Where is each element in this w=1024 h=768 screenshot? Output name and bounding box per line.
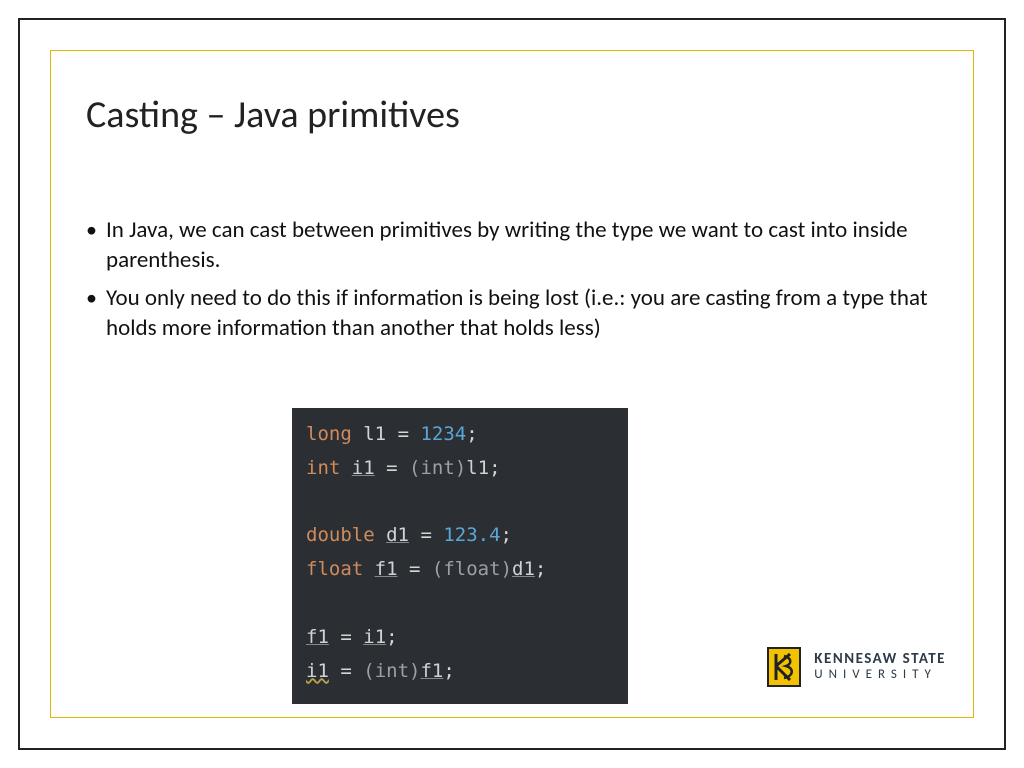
- university-logo: KENNESAW STATE UNIVERSITY: [764, 644, 946, 690]
- bullet-list: In Java, we can cast between primitives …: [84, 216, 932, 352]
- bullet-item: You only need to do this if information …: [84, 284, 932, 344]
- logo-text: KENNESAW STATE UNIVERSITY: [814, 652, 946, 681]
- outer-frame: Casting – Java primitives In Java, we ca…: [18, 18, 1006, 750]
- bullet-item: In Java, we can cast between primitives …: [84, 216, 932, 276]
- slide-title: Casting – Java primitives: [86, 92, 460, 138]
- ksu-logo-icon: [764, 644, 804, 690]
- logo-line2: UNIVERSITY: [814, 668, 946, 682]
- logo-line1: KENNESAW STATE: [814, 652, 946, 668]
- code-block: long l1 = 1234;int i1 = (int)l1; double …: [292, 408, 628, 704]
